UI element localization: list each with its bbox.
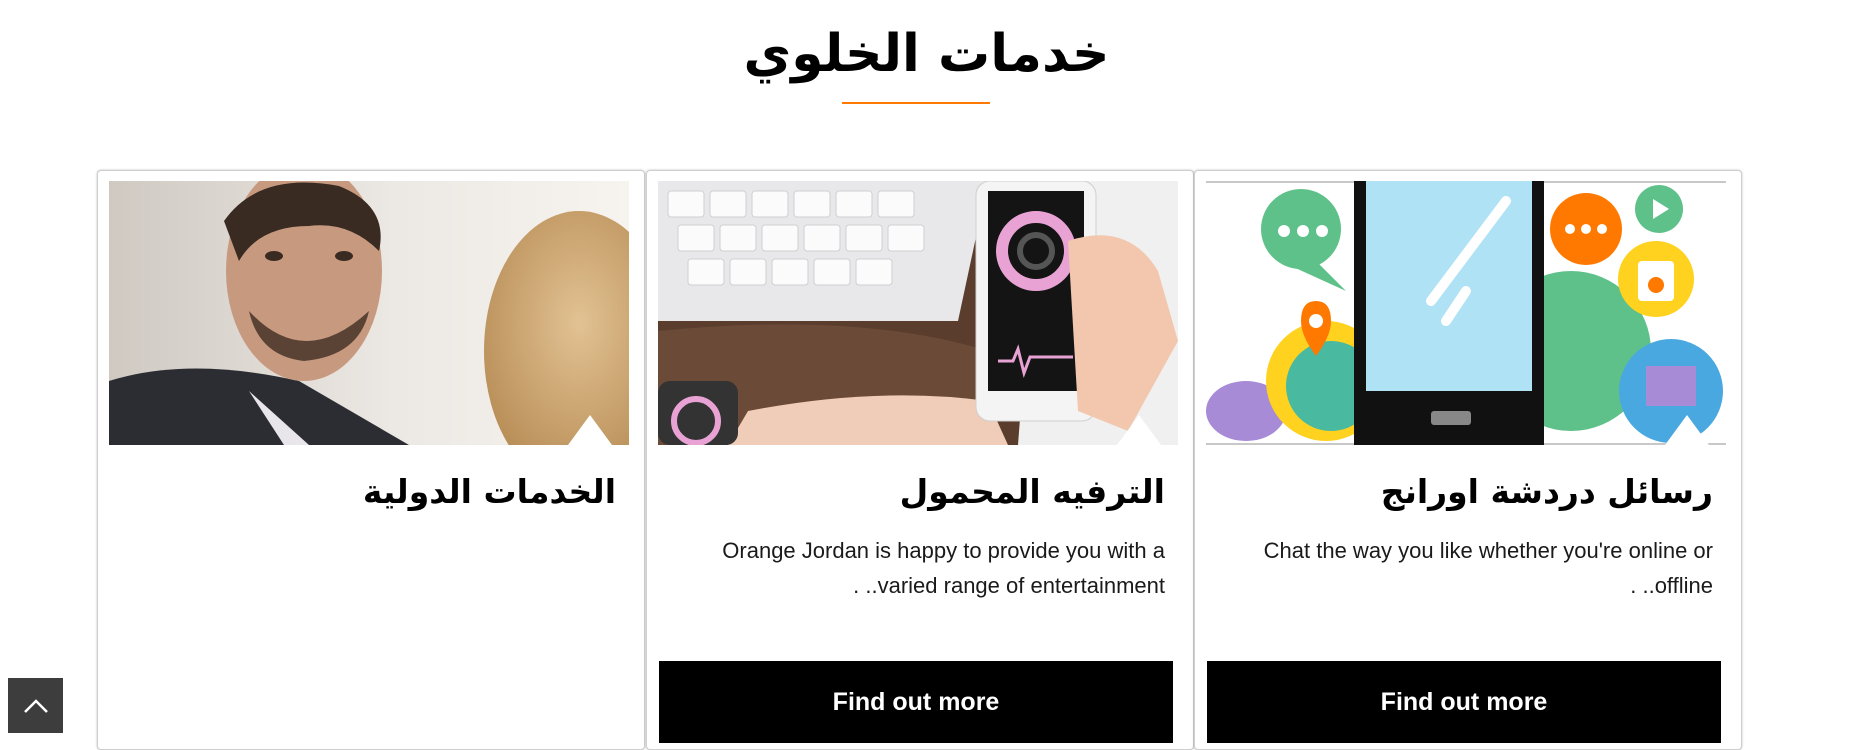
section-title: خدمات الخلوي bbox=[743, 24, 1110, 84]
card-description: Chat the way you like whether you're onl… bbox=[1263, 538, 1713, 598]
card-image-phone-watch bbox=[658, 181, 1178, 445]
find-out-more-button[interactable]: Find out more bbox=[1207, 661, 1721, 743]
card-international-services[interactable]: الخدمات الدولية bbox=[97, 170, 645, 750]
card-image-man bbox=[109, 181, 629, 445]
card-mobile-entertainment[interactable]: الترفيه المحمول Orange Jordan is happy t… bbox=[646, 170, 1194, 750]
image-notch bbox=[1117, 415, 1161, 445]
chevron-up-icon bbox=[23, 698, 48, 713]
back-to-top-button[interactable] bbox=[8, 678, 63, 733]
card-image-chat-apps bbox=[1206, 181, 1726, 445]
image-notch bbox=[568, 415, 612, 445]
find-out-more-button[interactable]: Find out more bbox=[659, 661, 1173, 743]
card-title[interactable]: رسائل دردشة اورانج bbox=[1381, 469, 1713, 515]
title-underline bbox=[842, 102, 990, 104]
card-title[interactable]: الترفيه المحمول bbox=[900, 469, 1165, 515]
card-orange-chat[interactable]: رسائل دردشة اورانج Chat the way you like… bbox=[1194, 170, 1742, 750]
card-description: Orange Jordan is happy to provide you wi… bbox=[722, 538, 1165, 598]
card-title[interactable]: الخدمات الدولية bbox=[363, 469, 616, 515]
image-notch bbox=[1665, 415, 1709, 445]
